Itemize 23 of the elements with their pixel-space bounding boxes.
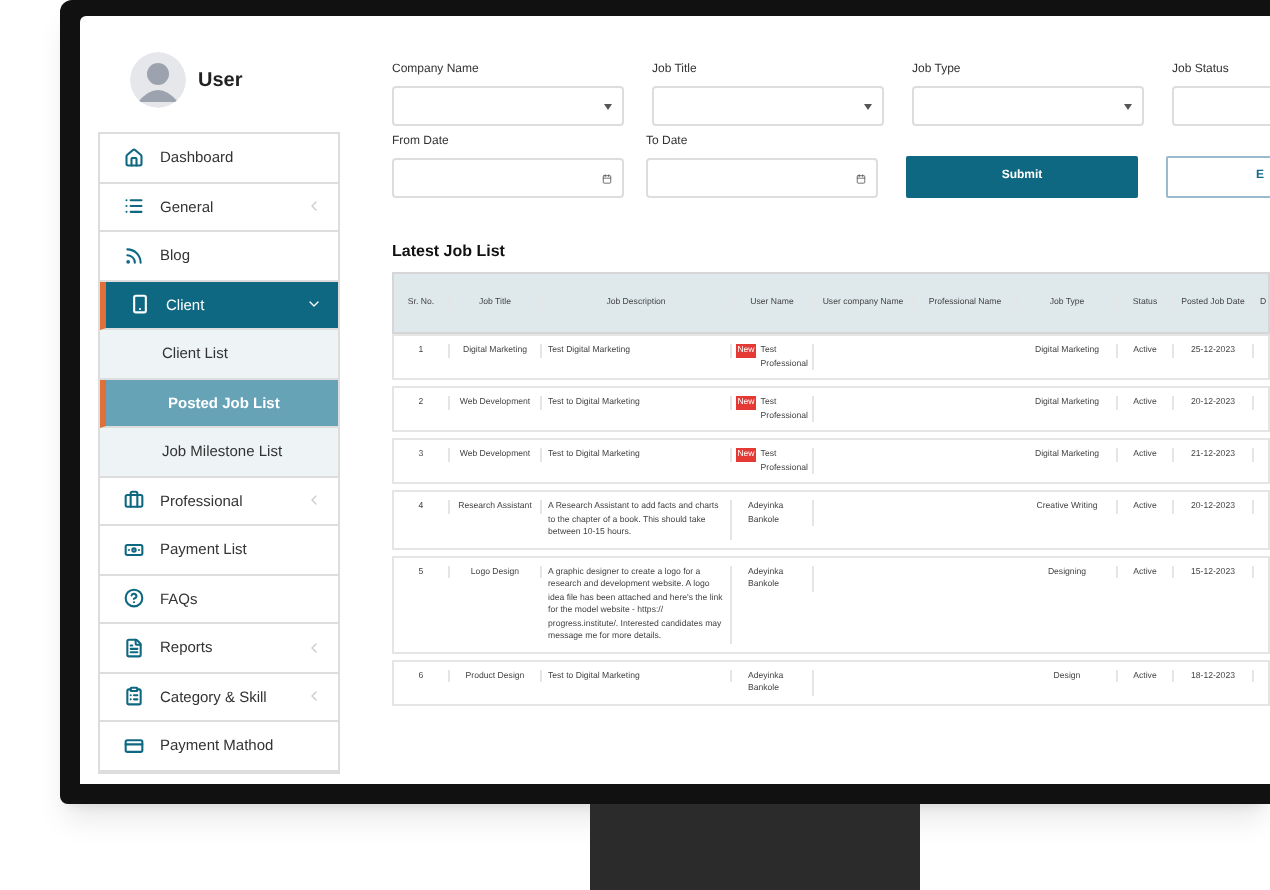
user-name: User [198, 67, 243, 95]
dropdown-field[interactable] [912, 86, 1144, 126]
briefcase-icon [124, 490, 144, 511]
home-icon [124, 147, 144, 168]
dropdown-field[interactable] [652, 86, 884, 126]
calendar-icon [856, 173, 866, 183]
date-field[interactable] [646, 158, 878, 198]
feed-icon [124, 245, 144, 266]
banknote-icon [124, 539, 144, 560]
caret-icon [604, 103, 612, 109]
avatar [130, 52, 186, 108]
clipboard-icon [124, 686, 144, 707]
caret-icon [1124, 103, 1132, 109]
calendar-icon [602, 173, 612, 183]
card-icon [124, 735, 144, 756]
caret-icon [864, 103, 872, 109]
dropdown-field[interactable] [392, 86, 624, 126]
help-icon [124, 588, 144, 609]
list-icon [124, 196, 144, 217]
date-field[interactable] [392, 158, 624, 198]
section-title: Latest Job List [392, 240, 507, 264]
document-icon [124, 637, 144, 658]
phone-icon [130, 294, 150, 315]
